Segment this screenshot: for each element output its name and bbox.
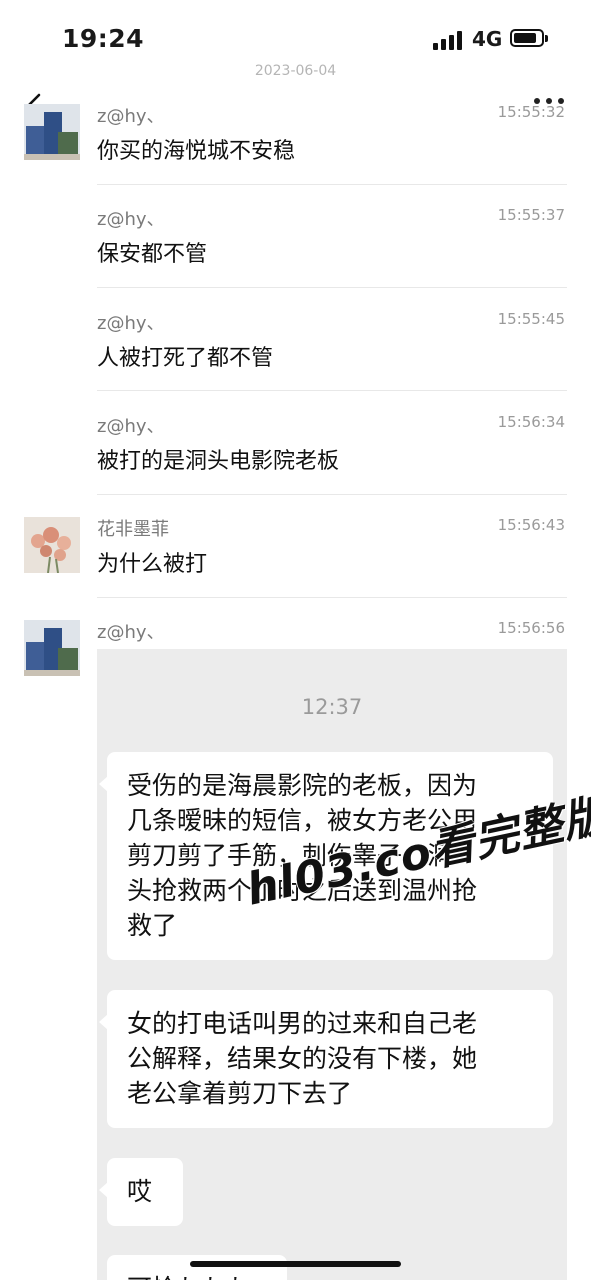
bubble-line: 女的打电话叫男的过来和自己老	[127, 1009, 478, 1038]
home-indicator[interactable]	[190, 1261, 401, 1267]
screenshot-bubble: 可怜わわわ	[99, 1255, 287, 1280]
bubble-line: 公解释，结果女的没有下楼，她	[127, 1044, 478, 1073]
avatar[interactable]	[24, 620, 80, 676]
sender-name: 花非墨菲	[97, 519, 169, 540]
message-text[interactable]: 为什么被打	[97, 546, 207, 578]
divider	[97, 494, 567, 495]
screenshot-bubble: 哎	[99, 1158, 183, 1226]
sender-name: z@hy、	[97, 416, 165, 437]
screenshot-time: 12:37	[301, 695, 363, 719]
signal-icon	[433, 30, 463, 50]
bubble-line: 受伤的是海晨影院的老板，因为	[127, 771, 478, 800]
bubble-line: 哎	[127, 1177, 153, 1206]
status-time: 19:24	[62, 24, 145, 53]
divider	[97, 287, 567, 288]
message-time: 15:56:34	[497, 413, 565, 431]
divider	[97, 184, 567, 185]
sender-name: z@hy、	[97, 622, 165, 643]
bubble-line: 可怜わわわ	[127, 1271, 267, 1280]
message-time: 15:55:37	[497, 206, 565, 224]
message-text[interactable]: 人被打死了都不管	[97, 340, 273, 372]
date-label: 2023-06-04	[254, 63, 337, 79]
sender-name: z@hy、	[97, 209, 165, 230]
message-time: 15:56:56	[497, 619, 565, 637]
bubble-line: 救了	[127, 911, 178, 940]
avatar[interactable]	[24, 104, 80, 160]
message-time: 15:55:45	[497, 310, 565, 328]
divider	[97, 597, 567, 598]
screenshot-bubble: 女的打电话叫男的过来和自己老 公解释，结果女的没有下楼，她 老公拿着剪刀下去了	[99, 990, 553, 1128]
message-time: 15:56:43	[497, 516, 565, 534]
message-text[interactable]: 你买的海悦城不安稳	[97, 133, 295, 165]
avatar[interactable]	[24, 517, 80, 573]
message-text[interactable]: 被打的是洞头电影院老板	[97, 443, 339, 475]
battery-icon	[510, 29, 548, 47]
divider	[97, 390, 567, 391]
message-text[interactable]: 保安都不管	[97, 236, 207, 268]
message-time: 15:55:32	[497, 103, 565, 121]
sender-name: z@hy、	[97, 106, 165, 127]
network-type: 4G	[472, 27, 503, 51]
bubble-line: 老公拿着剪刀下去了	[127, 1079, 353, 1108]
sender-name: z@hy、	[97, 313, 165, 334]
shared-screenshot-image[interactable]: 12:37 受伤的是海晨影院的老板，因为 几条暧昧的短信，被女方老公用 剪刀剪了…	[97, 649, 567, 1280]
